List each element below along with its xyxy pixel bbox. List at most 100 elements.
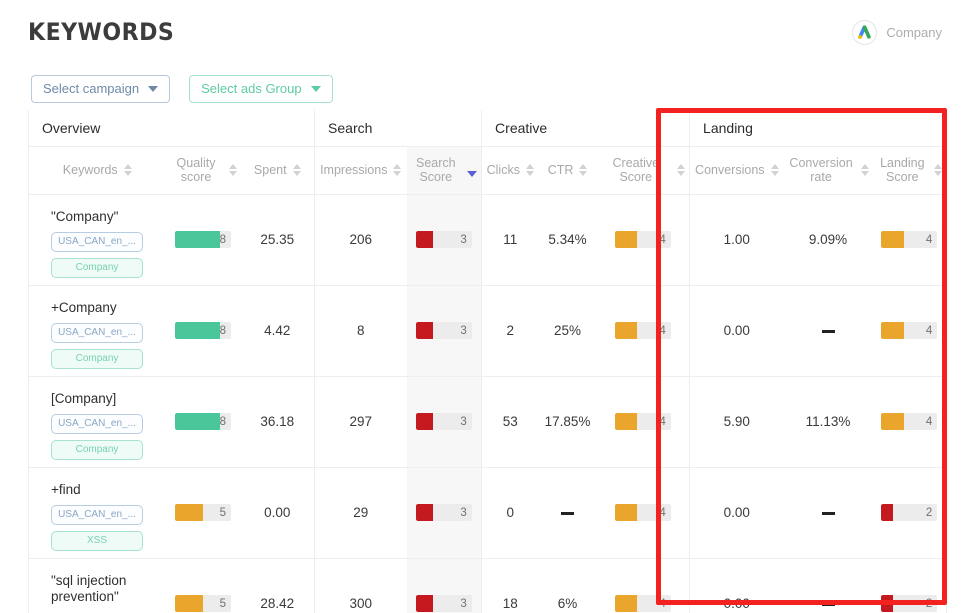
cell-ctr: 5.34% bbox=[538, 194, 597, 286]
cell-landing-score: 2 bbox=[872, 467, 948, 559]
cell-conversion-rate: 9.09% bbox=[783, 194, 873, 286]
cell-quality-score: 8 bbox=[165, 285, 241, 377]
cell-keyword[interactable]: [Company] USA_CAN_en_... Company bbox=[28, 376, 166, 468]
brand-name: Company bbox=[886, 25, 942, 40]
cell-keyword[interactable]: "sql injection prevention"USA_CAN_en_... bbox=[28, 558, 166, 613]
keyword-name: +find bbox=[51, 481, 81, 497]
cell-clicks: 11 bbox=[481, 194, 539, 286]
group-header-search: Search bbox=[314, 110, 482, 147]
cell-creative-score: 4 bbox=[596, 194, 690, 286]
empty-value-dash bbox=[561, 511, 575, 515]
cell-spent: 4.42 bbox=[240, 285, 315, 377]
col-header-clicks[interactable]: Clicks bbox=[481, 146, 539, 195]
col-header-creative-score[interactable]: Creative Score bbox=[596, 146, 690, 195]
cell-spent: 28.42 bbox=[240, 558, 315, 613]
keyword-name: +Company bbox=[51, 299, 117, 315]
campaign-chip[interactable]: USA_CAN_en_... bbox=[51, 232, 143, 253]
keyword-name: "sql injection prevention" bbox=[51, 572, 127, 605]
adgroup-chip[interactable]: Company bbox=[51, 349, 143, 370]
adgroup-chip[interactable]: Company bbox=[51, 440, 143, 461]
cell-search-score: 3 bbox=[406, 558, 482, 613]
cell-clicks: 2 bbox=[481, 285, 539, 377]
table-row[interactable]: "sql injection prevention"USA_CAN_en_...… bbox=[28, 558, 948, 613]
cell-conversions: 0.00 bbox=[689, 558, 784, 613]
select-campaign-dropdown[interactable]: Select campaign bbox=[31, 75, 171, 103]
adgroup-chip[interactable]: Company bbox=[51, 258, 143, 279]
col-header-conversions[interactable]: Conversions bbox=[689, 146, 784, 195]
quality-score-bar: 5 bbox=[175, 595, 231, 612]
cell-quality-score: 5 bbox=[165, 558, 241, 613]
search-score-bar: 3 bbox=[415, 504, 472, 521]
sort-icon[interactable] bbox=[934, 164, 943, 176]
col-header-impressions[interactable]: Impressions bbox=[314, 146, 407, 195]
page-title: KEYWORDS bbox=[28, 18, 175, 46]
chevron-down-icon bbox=[310, 85, 321, 92]
creative-score-bar: 4 bbox=[614, 322, 671, 339]
cell-conversions: 0.00 bbox=[689, 467, 784, 559]
cell-clicks: 18 bbox=[481, 558, 539, 613]
campaign-chip[interactable]: USA_CAN_en_... bbox=[51, 414, 143, 435]
sort-icon[interactable] bbox=[228, 164, 237, 176]
sort-icon[interactable] bbox=[393, 164, 402, 176]
sort-icon[interactable] bbox=[770, 164, 779, 176]
keywords-table-container: Overview Search Creative Landing Keyword… bbox=[27, 110, 948, 613]
cell-impressions: 206 bbox=[314, 194, 407, 286]
cell-search-score: 3 bbox=[406, 467, 482, 559]
sort-icon[interactable] bbox=[525, 164, 534, 176]
search-score-bar: 3 bbox=[415, 595, 472, 612]
cell-clicks: 53 bbox=[481, 376, 539, 468]
cell-search-score: 3 bbox=[406, 194, 482, 286]
col-header-landing-score[interactable]: Landing Score bbox=[872, 146, 948, 195]
creative-score-bar: 4 bbox=[614, 504, 671, 521]
cell-search-score: 3 bbox=[406, 376, 482, 468]
keywords-table: Overview Search Creative Landing Keyword… bbox=[27, 110, 948, 613]
keyword-name: "Company" bbox=[51, 208, 119, 224]
col-header-conversion-rate[interactable]: Conversion rate bbox=[783, 146, 873, 195]
table-row[interactable]: "Company" USA_CAN_en_... Company 8 25.35 206 3… bbox=[28, 194, 948, 286]
sort-icon[interactable] bbox=[677, 164, 686, 176]
sort-icon-active-desc[interactable] bbox=[467, 164, 478, 177]
col-header-quality-score[interactable]: Quality score bbox=[165, 146, 241, 195]
sort-icon[interactable] bbox=[579, 164, 588, 176]
chevron-down-icon bbox=[148, 85, 159, 92]
select-ads-group-label: Select ads Group bbox=[201, 81, 302, 96]
cell-search-score: 3 bbox=[406, 285, 482, 377]
quality-score-bar: 8 bbox=[175, 413, 231, 430]
brand-account[interactable]: Company bbox=[852, 20, 942, 45]
cell-spent: 36.18 bbox=[240, 376, 315, 468]
sort-icon[interactable] bbox=[123, 164, 132, 176]
cell-quality-score: 8 bbox=[165, 376, 241, 468]
table-body: "Company" USA_CAN_en_... Company 8 25.35 206 3… bbox=[28, 194, 948, 613]
cell-keyword[interactable]: +find USA_CAN_en_... XSS bbox=[28, 467, 166, 559]
cell-keyword[interactable]: +Company USA_CAN_en_... Company bbox=[28, 285, 166, 377]
group-header-creative: Creative bbox=[481, 110, 690, 147]
col-header-search-score[interactable]: Search Score bbox=[406, 146, 482, 195]
campaign-chip[interactable]: USA_CAN_en_... bbox=[51, 323, 143, 344]
adgroup-chip[interactable]: XSS bbox=[51, 531, 143, 552]
table-row[interactable]: [Company] USA_CAN_en_... Company 8 36.18 297 3… bbox=[28, 376, 948, 468]
cell-clicks: 0 bbox=[481, 467, 539, 559]
keyword-name: [Company] bbox=[51, 390, 117, 406]
sort-icon[interactable] bbox=[292, 164, 301, 176]
select-campaign-label: Select campaign bbox=[43, 81, 140, 96]
cell-conversion-rate bbox=[783, 285, 873, 377]
table-row[interactable]: +find USA_CAN_en_... XSS 5 0.00 29 3 0 4 0.00 2 bbox=[28, 467, 948, 559]
col-header-keywords[interactable]: Keywords bbox=[28, 146, 166, 195]
select-ads-group-dropdown[interactable]: Select ads Group bbox=[189, 75, 333, 103]
cell-landing-score: 4 bbox=[872, 194, 948, 286]
col-header-spent[interactable]: Spent bbox=[240, 146, 315, 195]
quality-score-bar: 5 bbox=[175, 504, 231, 521]
campaign-chip[interactable]: USA_CAN_en_... bbox=[51, 505, 143, 526]
col-header-ctr[interactable]: CTR bbox=[538, 146, 597, 195]
cell-impressions: 29 bbox=[314, 467, 407, 559]
table-head: Overview Search Creative Landing Keyword… bbox=[27, 110, 948, 195]
sort-icon[interactable] bbox=[860, 164, 869, 176]
cell-ctr bbox=[538, 467, 597, 559]
cell-conversion-rate: 11.13% bbox=[783, 376, 873, 468]
cell-keyword[interactable]: "Company" USA_CAN_en_... Company bbox=[28, 194, 166, 286]
cell-creative-score: 4 bbox=[596, 558, 690, 613]
cell-impressions: 297 bbox=[314, 376, 407, 468]
search-score-bar: 3 bbox=[415, 231, 472, 248]
table-row[interactable]: +Company USA_CAN_en_... Company 8 4.42 8 3 2 25%… bbox=[28, 285, 948, 377]
creative-score-bar: 4 bbox=[614, 231, 671, 248]
